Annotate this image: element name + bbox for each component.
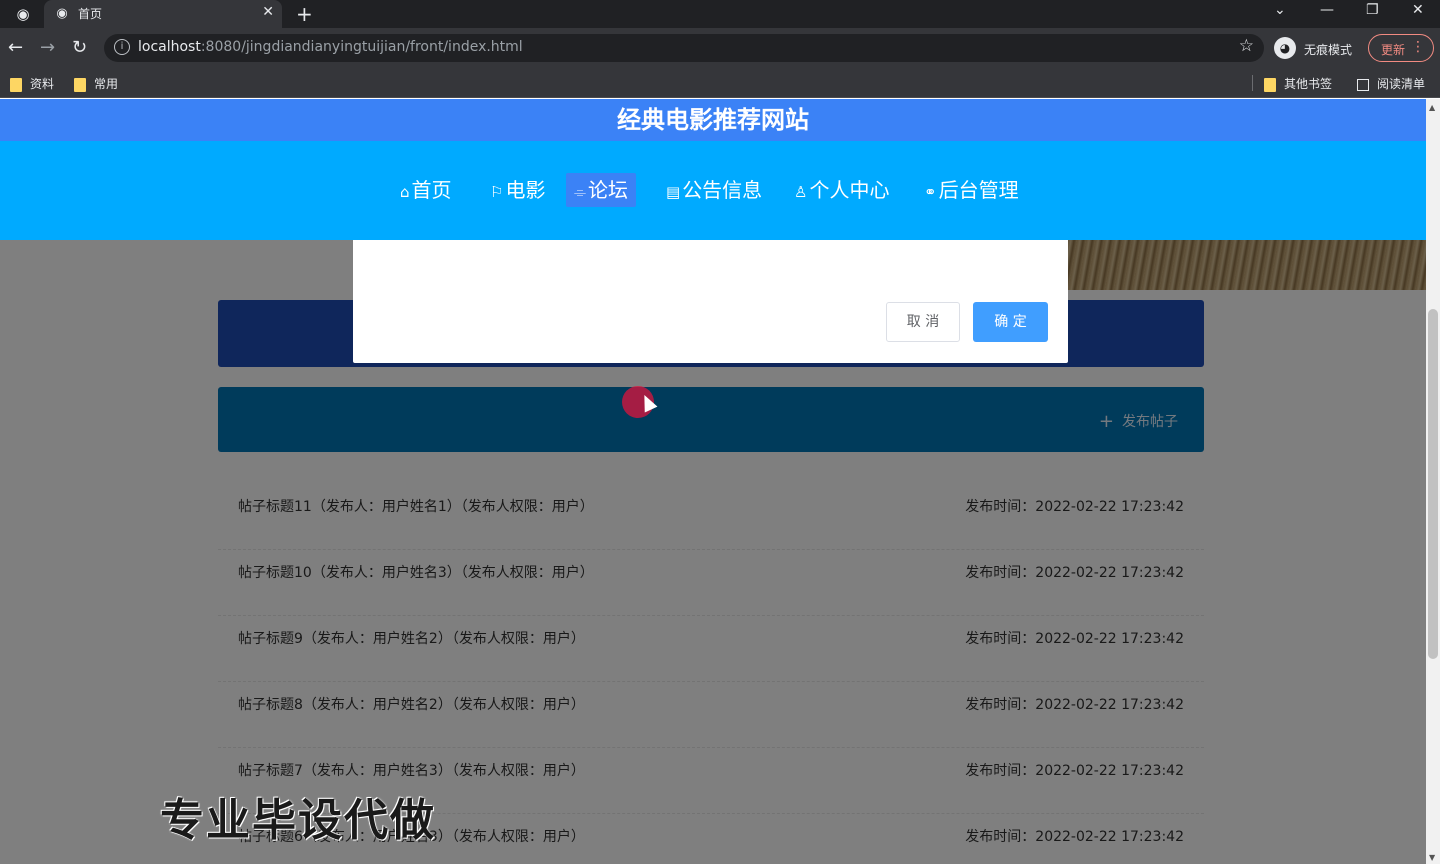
browser-tab[interactable]: ◉ 首页 ✕ bbox=[44, 0, 282, 28]
nav-admin[interactable]: ⚭ 后台管理 bbox=[916, 173, 1027, 207]
update-label: 更新 bbox=[1381, 43, 1406, 57]
site-title: 经典电影推荐网站 bbox=[617, 106, 809, 134]
notice-icon: ▤ bbox=[666, 183, 681, 201]
page-viewport: 经典电影推荐网站 ⌂首页 ⚐电影 ⌯论坛 ▤公告信息 ♙个人中心 ⚭后台管理 +… bbox=[0, 99, 1426, 864]
window-close-icon[interactable]: ✕ bbox=[1412, 2, 1424, 18]
home-icon: ⌂ bbox=[400, 183, 410, 201]
other-bookmarks[interactable]: 其他书签 bbox=[1264, 75, 1332, 92]
nav-forum[interactable]: ⌯ 论坛 bbox=[566, 173, 637, 207]
scroll-up-icon[interactable]: ▲ bbox=[1429, 103, 1435, 112]
tag-icon: ⌯ bbox=[574, 183, 587, 201]
nav-label: 电影 bbox=[505, 178, 546, 202]
minimize-icon[interactable]: — bbox=[1320, 2, 1334, 18]
nav-announcements[interactable]: ▤ 公告信息 bbox=[658, 173, 770, 207]
reading-list-label: 阅读清单 bbox=[1377, 77, 1426, 91]
reading-list-icon bbox=[1357, 78, 1369, 91]
bookmarks-bar: 资料 常用 其他书签 阅读清单 bbox=[0, 68, 1440, 98]
browser-tab-bar: ◉ ◉ 首页 ✕ + ⌄ — ❐ ✕ bbox=[0, 0, 1440, 28]
bookmark-folder-1[interactable]: 资料 bbox=[10, 75, 54, 92]
tab-search-globe-icon[interactable]: ◉ bbox=[14, 5, 32, 23]
nav-label: 公告信息 bbox=[682, 178, 763, 202]
user-icon: ♙ bbox=[794, 183, 808, 201]
tab-close-icon[interactable]: ✕ bbox=[262, 4, 274, 20]
scrollbar-thumb[interactable] bbox=[1428, 309, 1438, 659]
nav-movies[interactable]: ⚐ 电影 bbox=[482, 173, 553, 207]
url-field[interactable]: i localhost:8080/jingdiandianyingtuijian… bbox=[104, 34, 1264, 62]
nav-label: 首页 bbox=[411, 178, 452, 202]
main-nav: ⌂ 首页 ⚐ 电影 ⌯ 论坛 ▤ 公告信息 ♙ 个人中心 ⚭ 后台管理 bbox=[0, 141, 1426, 240]
address-bar-row: ← → ↻ i localhost:8080/jingdiandianyingt… bbox=[0, 28, 1440, 68]
update-button[interactable]: 更新 ⋮ bbox=[1368, 34, 1434, 62]
tab-title: 首页 bbox=[78, 7, 103, 21]
reload-icon[interactable]: ↻ bbox=[72, 37, 87, 58]
bookmarks-divider bbox=[1252, 75, 1253, 91]
back-icon[interactable]: ← bbox=[8, 37, 23, 58]
restore-icon[interactable]: ❐ bbox=[1366, 2, 1379, 18]
bookmark-star-icon[interactable]: ☆ bbox=[1239, 36, 1254, 56]
folder-icon bbox=[74, 77, 86, 92]
modal-dialog: 取 消 确 定 bbox=[353, 240, 1068, 363]
url-text: localhost:8080/jingdiandianyingtuijian/f… bbox=[138, 39, 523, 55]
site-info-icon[interactable]: i bbox=[114, 39, 130, 55]
url-host: localhost bbox=[138, 39, 201, 55]
menu-dots-icon: ⋮ bbox=[1411, 39, 1425, 55]
nav-profile[interactable]: ♙ 个人中心 bbox=[786, 173, 897, 207]
scroll-down-icon[interactable]: ▼ bbox=[1429, 853, 1435, 862]
globe-icon: ◉ bbox=[56, 6, 68, 21]
site-header: 经典电影推荐网站 bbox=[0, 99, 1426, 141]
tab-search-chevron-icon[interactable]: ⌄ bbox=[1274, 2, 1286, 18]
nav-label: 个人中心 bbox=[809, 178, 890, 202]
incognito-icon[interactable]: ◕ bbox=[1274, 37, 1296, 59]
page-scrollbar[interactable]: ▲ ▼ bbox=[1426, 99, 1440, 864]
other-bookmarks-label: 其他书签 bbox=[1284, 77, 1333, 91]
forward-icon[interactable]: → bbox=[40, 37, 55, 58]
new-tab-button[interactable]: + bbox=[296, 2, 313, 26]
reading-list[interactable]: 阅读清单 bbox=[1357, 75, 1425, 92]
folder-icon bbox=[10, 77, 22, 92]
url-path: :8080/jingdiandianyingtuijian/front/inde… bbox=[200, 39, 523, 55]
folder-icon bbox=[1264, 77, 1276, 92]
link-icon: ⚭ bbox=[924, 183, 937, 201]
nav-label: 论坛 bbox=[588, 178, 629, 202]
nav-home[interactable]: ⌂ 首页 bbox=[392, 173, 460, 207]
confirm-button[interactable]: 确 定 bbox=[973, 302, 1048, 342]
flag-icon: ⚐ bbox=[490, 183, 504, 201]
bookmark-folder-2[interactable]: 常用 bbox=[74, 75, 118, 92]
nav-label: 后台管理 bbox=[938, 178, 1019, 202]
bookmark-label: 常用 bbox=[94, 77, 119, 91]
bookmark-label: 资料 bbox=[30, 77, 55, 91]
incognito-label: 无痕模式 bbox=[1304, 43, 1353, 57]
cancel-button[interactable]: 取 消 bbox=[886, 302, 960, 342]
watermark-text: 专业毕设代做 bbox=[160, 795, 436, 846]
